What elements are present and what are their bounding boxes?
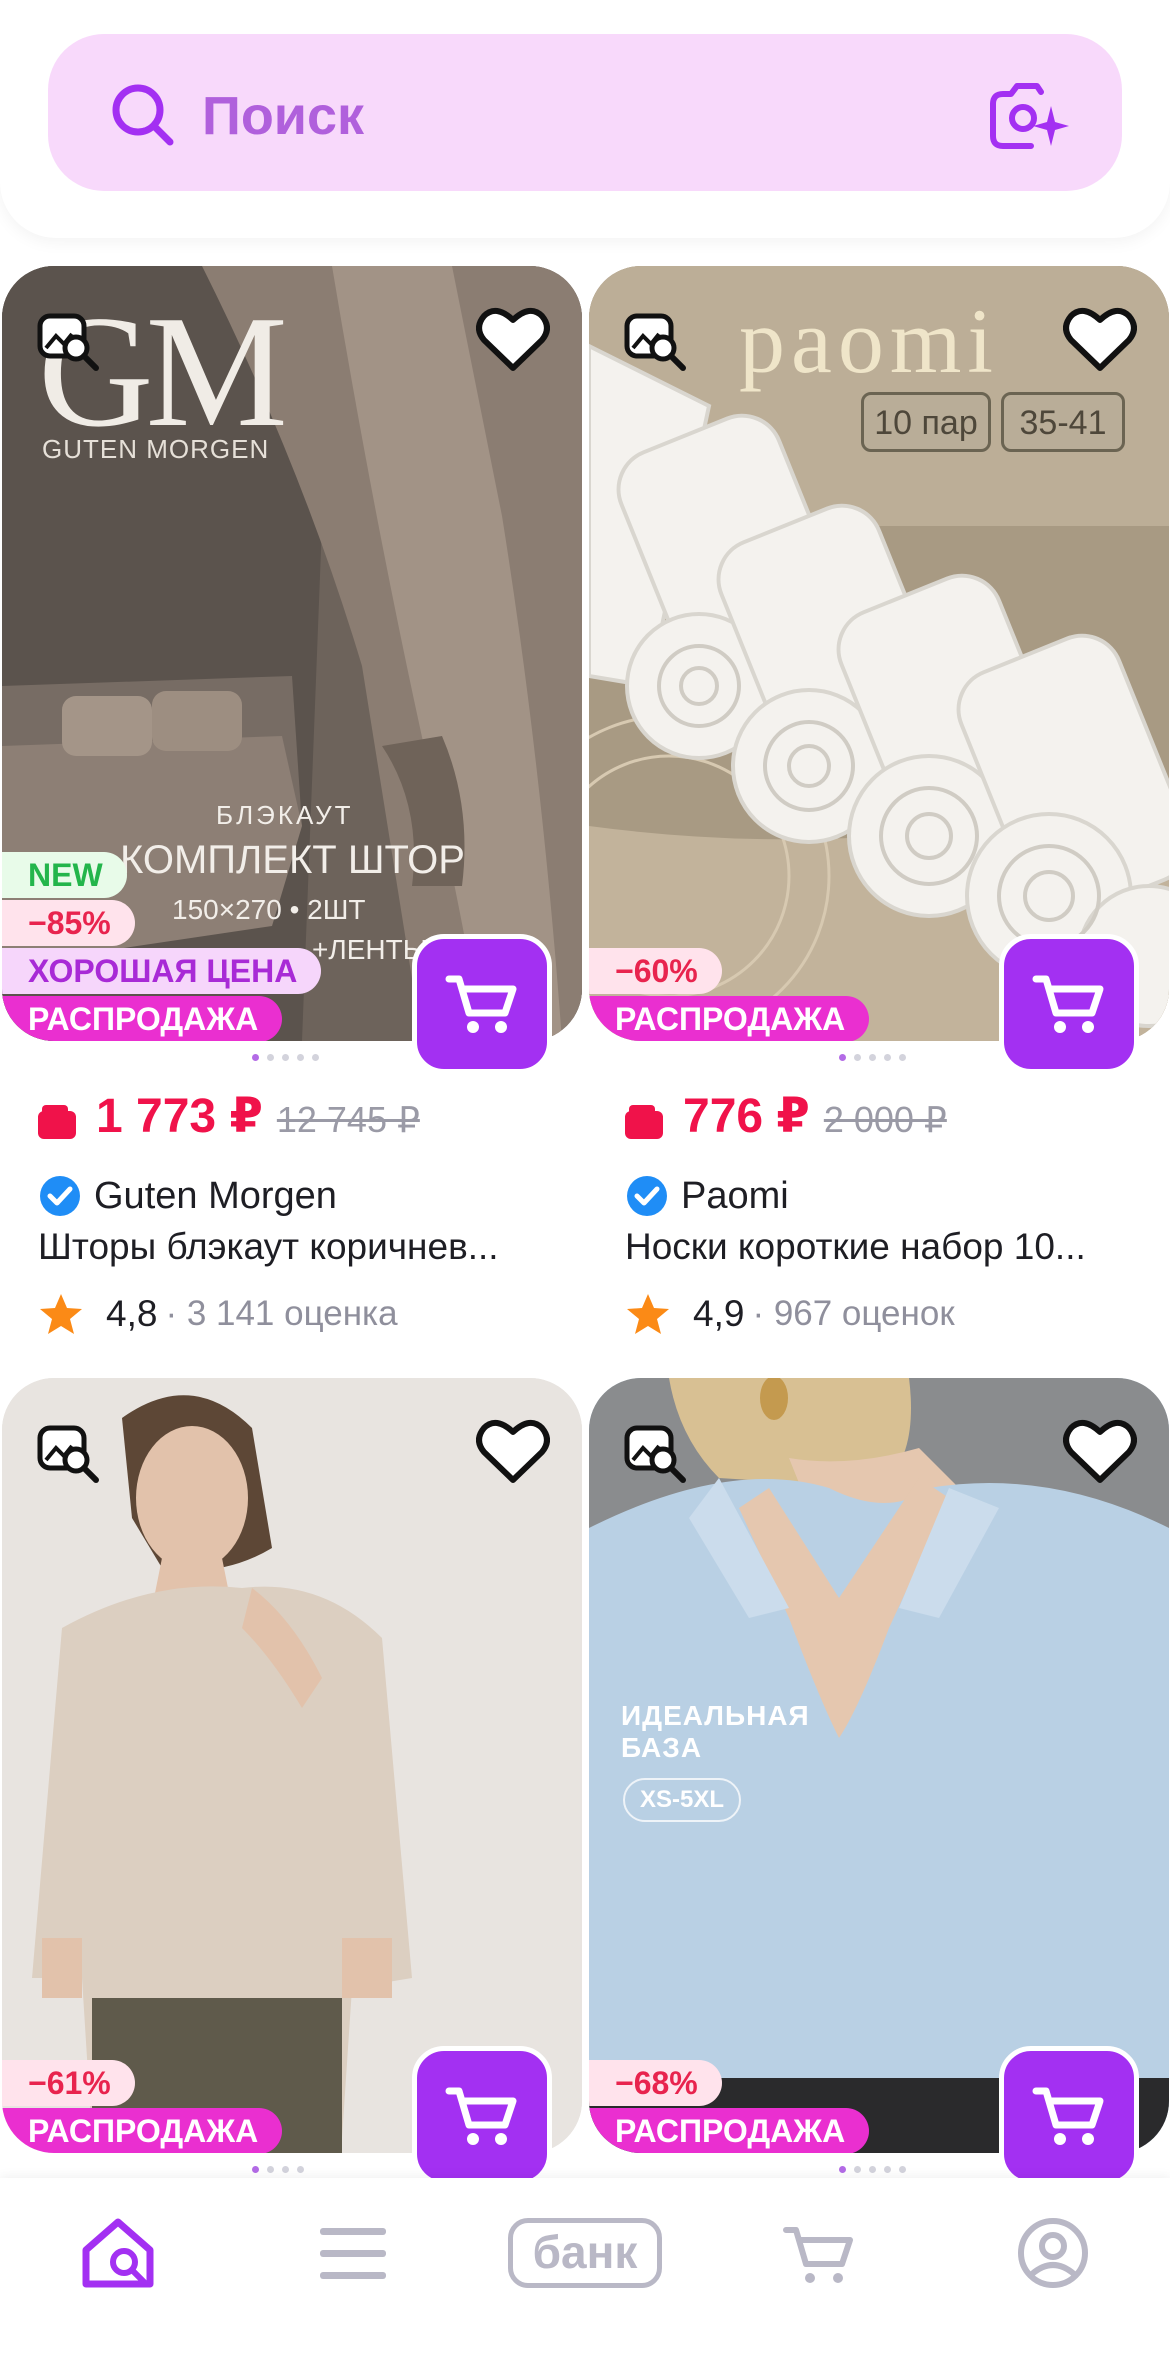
discount-badge: −85% bbox=[2, 900, 135, 946]
image-search-icon[interactable] bbox=[623, 1420, 689, 1486]
add-to-cart-button[interactable] bbox=[412, 934, 552, 1074]
product-image[interactable]: −61% РАСПРОДАЖА bbox=[2, 1378, 582, 2153]
image-search-icon[interactable] bbox=[36, 308, 102, 374]
size-label: 35-41 bbox=[1001, 392, 1125, 452]
star-icon bbox=[627, 1294, 669, 1334]
bottom-nav: банк bbox=[0, 2178, 1170, 2380]
rating-row: 4,9 · 967 оценок bbox=[625, 1288, 955, 1340]
price: 776 ₽ bbox=[683, 1090, 810, 1143]
image-caption-3: 150×270 • 2ШТ bbox=[172, 894, 366, 925]
image-search-icon[interactable] bbox=[623, 308, 689, 374]
price: 1 773 ₽ bbox=[96, 1090, 263, 1143]
image-pager-dots bbox=[252, 2166, 304, 2174]
bank-button[interactable]: банк bbox=[508, 2218, 662, 2288]
image-pager-dots bbox=[839, 1054, 906, 1062]
image-caption-1: БЛЭКАУТ bbox=[216, 800, 354, 830]
image-search-icon[interactable] bbox=[36, 1420, 102, 1486]
home-icon[interactable] bbox=[78, 2214, 158, 2294]
rating-row: 4,8 · 3 141 оценка bbox=[38, 1288, 398, 1340]
product-card[interactable]: GM GUTEN MORGEN БЛЭКАУТ КОМПЛЕКТ ШТОР 15… bbox=[2, 266, 582, 1334]
verified-icon bbox=[40, 1176, 80, 1216]
discount-badge: −61% bbox=[2, 2060, 135, 2106]
brand-name[interactable]: Paomi bbox=[681, 1175, 789, 1218]
wallet-icon bbox=[38, 1105, 76, 1139]
add-to-cart-button[interactable] bbox=[412, 2046, 552, 2186]
favorite-heart-icon[interactable] bbox=[476, 1418, 550, 1484]
brand-logo-sub: GUTEN MORGEN bbox=[42, 434, 270, 464]
product-card[interactable]: −61% РАСПРОДАЖА bbox=[2, 1378, 582, 2186]
sale-badge: РАСПРОДАЖА bbox=[589, 2108, 870, 2153]
brand-row: Paomi bbox=[625, 1170, 789, 1222]
image-pager-dots bbox=[252, 1054, 319, 1062]
product-card[interactable]: paomi 10 пар 35-41 −60% РАСПРОДАЖА 776 ₽… bbox=[589, 266, 1169, 1334]
product-title[interactable]: Носки короткие набор 10... bbox=[625, 1226, 1145, 1278]
image-pager-dots bbox=[839, 2166, 906, 2174]
image-caption-4: +ЛЕНТЫ bbox=[312, 934, 428, 965]
search-icon bbox=[112, 84, 174, 146]
search-bar[interactable] bbox=[48, 34, 1122, 191]
profile-icon[interactable] bbox=[1016, 2216, 1090, 2290]
cart-icon[interactable] bbox=[782, 2220, 858, 2290]
product-card[interactable]: ИДЕАЛЬНАЯ БАЗА XS-5XL −68% РАСПРОДАЖА bbox=[589, 1378, 1169, 2186]
good-price-badge: ХОРОШАЯ ЦЕНА bbox=[2, 948, 322, 994]
product-image[interactable]: paomi 10 пар 35-41 −60% РАСПРОДАЖА bbox=[589, 266, 1169, 1041]
menu-icon[interactable] bbox=[318, 2224, 388, 2284]
image-caption-2: КОМПЛЕКТ ШТОР bbox=[120, 838, 465, 882]
badge-new: NEW bbox=[2, 852, 127, 898]
brand-name[interactable]: Guten Morgen bbox=[94, 1175, 337, 1218]
brand-logo: paomi bbox=[739, 290, 999, 392]
image-caption-1: ИДЕАЛЬНАЯ bbox=[621, 1700, 810, 1731]
wallet-icon bbox=[625, 1105, 663, 1139]
verified-icon bbox=[627, 1176, 667, 1216]
discount-badge: −60% bbox=[589, 948, 722, 994]
price-row: 776 ₽ 2 000 ₽ bbox=[625, 1088, 947, 1158]
camera-search-icon[interactable] bbox=[985, 76, 1069, 156]
add-to-cart-button[interactable] bbox=[999, 2046, 1139, 2186]
favorite-heart-icon[interactable] bbox=[1063, 306, 1137, 372]
sale-badge: РАСПРОДАЖА bbox=[2, 996, 283, 1041]
sale-badge: РАСПРОДАЖА bbox=[589, 996, 870, 1041]
star-icon bbox=[40, 1294, 82, 1334]
price-row: 1 773 ₽ 12 745 ₽ bbox=[38, 1088, 420, 1158]
review-count: · 967 оценок bbox=[752, 1294, 955, 1333]
model-illustration bbox=[2, 1378, 582, 2153]
cart-icon bbox=[445, 2087, 517, 2145]
review-count: · 3 141 оценка bbox=[165, 1294, 398, 1333]
favorite-heart-icon[interactable] bbox=[1063, 1418, 1137, 1484]
sale-badge: РАСПРОДАЖА bbox=[2, 2108, 283, 2153]
add-to-cart-button[interactable] bbox=[999, 934, 1139, 1074]
cart-icon bbox=[445, 975, 517, 1033]
brand-row: Guten Morgen bbox=[38, 1170, 337, 1222]
cart-icon bbox=[1032, 2087, 1104, 2145]
pack-label: 10 пар bbox=[861, 392, 991, 452]
favorite-heart-icon[interactable] bbox=[476, 306, 550, 372]
old-price: 2 000 ₽ bbox=[823, 1099, 947, 1140]
size-range-label: XS-5XL bbox=[623, 1778, 741, 1822]
search-input[interactable] bbox=[202, 78, 902, 154]
header bbox=[0, 0, 1170, 238]
product-title[interactable]: Шторы блэкаут коричнев... bbox=[38, 1226, 558, 1278]
model-illustration bbox=[589, 1378, 1169, 2153]
rating-value: 4,8 bbox=[106, 1293, 158, 1334]
discount-badge: −68% bbox=[589, 2060, 722, 2106]
product-image[interactable]: ИДЕАЛЬНАЯ БАЗА XS-5XL −68% РАСПРОДАЖА bbox=[589, 1378, 1169, 2153]
old-price: 12 745 ₽ bbox=[276, 1099, 420, 1140]
product-image[interactable]: GM GUTEN MORGEN БЛЭКАУТ КОМПЛЕКТ ШТОР 15… bbox=[2, 266, 582, 1041]
rating-value: 4,9 bbox=[693, 1293, 745, 1334]
image-caption-2: БАЗА bbox=[621, 1732, 703, 1763]
cart-icon bbox=[1032, 975, 1104, 1033]
